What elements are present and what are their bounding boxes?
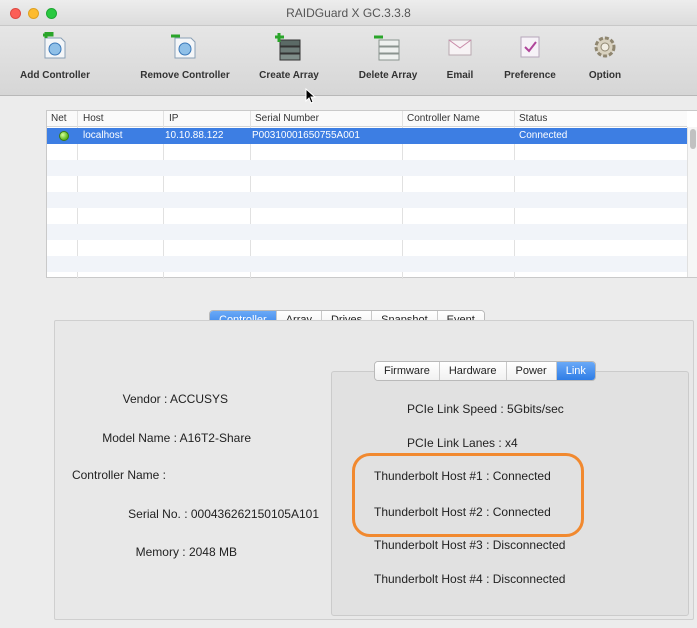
tab-hardware[interactable]: Hardware	[439, 362, 507, 380]
vendor-label: Vendor : ACCUSYS	[122, 392, 228, 406]
pcie-link-lanes: PCIe Link Lanes : x4	[407, 436, 518, 450]
mouse-cursor-icon	[305, 88, 317, 104]
option-label: Option	[588, 70, 622, 81]
toolbar: Add Controller Remove Controller Create …	[0, 26, 697, 104]
table-row-empty	[47, 192, 687, 208]
table-header: Net Host IP Serial Number Controller Nam…	[47, 111, 687, 127]
delete-array-icon	[374, 35, 400, 61]
thunderbolt-host-4: Thunderbolt Host #4 : Disconnected	[374, 572, 566, 586]
tab-power[interactable]: Power	[506, 362, 557, 380]
model-name-label: Model Name : A16T2-Share	[102, 431, 251, 445]
create-array-button[interactable]: Create Array	[258, 32, 320, 92]
row-host: localhost	[83, 130, 123, 141]
tab-link[interactable]: Link	[556, 362, 595, 380]
controller-table: Net Host IP Serial Number Controller Nam…	[46, 110, 697, 279]
remove-controller-icon	[171, 34, 196, 59]
column-header-net[interactable]: Net	[51, 113, 67, 124]
row-ip: 10.10.88.122	[165, 130, 224, 141]
preference-label: Preference	[504, 70, 556, 81]
add-controller-label: Add Controller	[20, 70, 90, 81]
row-status: Connected	[519, 130, 568, 141]
column-header-host[interactable]: Host	[83, 113, 104, 124]
tab-firmware[interactable]: Firmware	[375, 362, 440, 380]
email-label: Email	[446, 70, 474, 81]
add-controller-button[interactable]: Add Controller	[20, 32, 90, 92]
delete-array-label: Delete Array	[358, 70, 418, 81]
column-header-ip[interactable]: IP	[169, 113, 178, 124]
delete-array-button[interactable]: Delete Array	[352, 32, 424, 92]
table-row-empty	[47, 256, 687, 272]
column-header-controller-name[interactable]: Controller Name	[407, 113, 480, 124]
controller-name-label: Controller Name :	[71, 468, 166, 482]
add-controller-icon	[43, 32, 66, 59]
app-window: RAIDGuard X GC.3.3.8 Add Controller Remo…	[0, 0, 697, 628]
column-header-serial[interactable]: Serial Number	[255, 113, 319, 124]
remove-controller-label: Remove Controller	[140, 70, 230, 81]
table-scrollbar-thumb[interactable]	[690, 129, 696, 149]
email-button[interactable]: Email	[440, 32, 480, 92]
memory-label: Memory : 2048 MB	[135, 545, 237, 559]
thunderbolt-highlight-annotation	[352, 453, 584, 537]
email-icon	[448, 39, 472, 56]
thunderbolt-host-3: Thunderbolt Host #3 : Disconnected	[374, 538, 566, 552]
remove-controller-button[interactable]: Remove Controller	[130, 32, 240, 92]
table-row[interactable]: localhost 10.10.88.122 P00310001650755A0…	[47, 128, 687, 144]
gear-icon	[594, 36, 616, 58]
option-button[interactable]: Option	[580, 32, 630, 92]
table-row-empty	[47, 160, 687, 176]
preference-icon	[520, 36, 540, 58]
create-array-icon	[275, 33, 301, 61]
pcie-link-speed: PCIe Link Speed : 5Gbits/sec	[407, 402, 564, 416]
table-scrollbar[interactable]	[687, 127, 697, 277]
table-row-empty	[47, 176, 687, 192]
table-row-empty	[47, 208, 687, 224]
row-serial: P00310001650755A001	[252, 130, 360, 141]
sub-tab-bar: Firmware Hardware Power Link	[374, 361, 596, 381]
preference-button[interactable]: Preference	[498, 32, 562, 92]
network-status-icon	[59, 131, 69, 141]
table-row-empty	[47, 224, 687, 240]
table-row-empty	[47, 144, 687, 160]
window-title: RAIDGuard X GC.3.3.8	[286, 6, 411, 20]
title-bar: RAIDGuard X GC.3.3.8	[0, 0, 697, 26]
serial-number-label: Serial No. : 000436262150105A101	[128, 507, 319, 521]
table-row-empty	[47, 240, 687, 256]
create-array-label: Create Array	[259, 70, 319, 81]
column-header-status[interactable]: Status	[519, 113, 547, 124]
